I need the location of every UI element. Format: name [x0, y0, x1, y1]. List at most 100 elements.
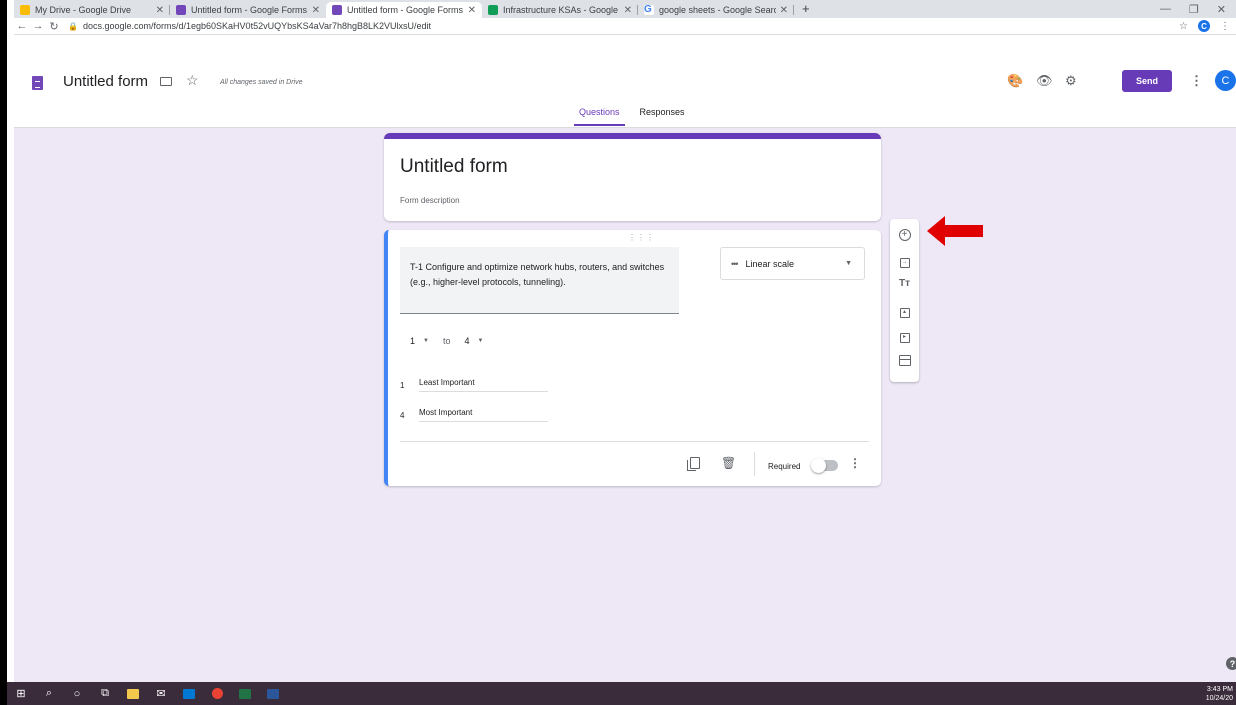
divider	[400, 441, 869, 442]
close-tab-icon[interactable]: ✕	[780, 5, 788, 16]
tab-title: My Drive - Google Drive	[35, 5, 132, 15]
duplicate-icon[interactable]	[687, 457, 700, 471]
lock-icon: 🔒	[68, 21, 78, 31]
scale-max-label-row: 4 Most Important	[400, 408, 548, 422]
folder-icon[interactable]	[160, 77, 172, 86]
chevron-down-icon[interactable]: ▼	[423, 338, 429, 344]
close-tab-icon[interactable]: ✕	[468, 5, 476, 16]
url-field[interactable]: 🔒 docs.google.com/forms/d/1egb60SKaHV0t5…	[68, 19, 1179, 34]
question-card[interactable]: ⋮⋮⋮ T-1 Configure and optimize network h…	[384, 230, 881, 486]
avatar[interactable]: C	[1215, 70, 1236, 91]
scale-max-label-input[interactable]: Most Important	[419, 408, 548, 422]
cortana-icon[interactable]: ○	[63, 682, 91, 705]
back-icon[interactable]: ←	[14, 20, 30, 32]
save-status: All changes saved in Drive	[220, 79, 303, 86]
form-description-input[interactable]: Form description	[400, 196, 460, 205]
delete-icon[interactable]: 🗑	[721, 456, 736, 470]
outlook-icon[interactable]	[175, 682, 203, 705]
new-tab-button[interactable]: +	[794, 2, 818, 18]
browser-tab[interactable]: My Drive - Google Drive ✕	[14, 2, 170, 18]
close-tab-icon[interactable]: ✕	[624, 5, 632, 16]
question-title-field[interactable]: T-1 Configure and optimize network hubs,…	[400, 247, 679, 314]
tab-questions[interactable]: Questions	[574, 107, 625, 126]
excel-icon[interactable]	[231, 682, 259, 705]
browser-menu-icon[interactable]: ⋮	[1220, 21, 1230, 32]
minimize-icon[interactable]: —	[1160, 3, 1171, 15]
browser-tab[interactable]: G google sheets - Google Search ✕	[638, 2, 794, 18]
browser-tab[interactable]: Infrastructure KSAs - Google She ✕	[482, 2, 638, 18]
forward-icon[interactable]: →	[30, 20, 46, 32]
close-tab-icon[interactable]: ✕	[156, 5, 164, 16]
restore-icon[interactable]: ❐	[1189, 3, 1199, 16]
send-button[interactable]: Send	[1122, 70, 1172, 92]
tab-title: Untitled form - Google Forms	[191, 5, 308, 15]
question-type-dropdown[interactable]: ••• Linear scale ▼	[720, 247, 865, 280]
scale-min-label-row: 1 Least Important	[400, 378, 548, 392]
drag-handle-icon[interactable]: ⋮⋮⋮	[628, 233, 655, 242]
forms-icon	[176, 5, 186, 15]
divider	[754, 452, 755, 476]
bookmark-star-icon[interactable]: ☆	[1179, 21, 1188, 32]
forms-logo-icon[interactable]	[32, 76, 43, 90]
add-image-icon[interactable]: ▴	[890, 304, 919, 318]
linear-scale-icon: •••	[731, 258, 739, 269]
question-more-icon[interactable]: ⋮	[849, 456, 861, 470]
import-questions-icon[interactable]: →	[890, 254, 919, 268]
forms-header: Untitled form ☆ All changes saved in Dri…	[14, 36, 1236, 128]
scale-max-select[interactable]: 4	[464, 336, 469, 346]
add-video-icon[interactable]: ▸	[890, 329, 919, 343]
reload-icon[interactable]: ↻	[46, 20, 62, 33]
address-bar: ← → ↻ 🔒 docs.google.com/forms/d/1egb60SK…	[14, 18, 1236, 35]
scale-min-number: 1	[400, 380, 405, 390]
file-explorer-icon[interactable]	[119, 682, 147, 705]
system-clock[interactable]: 3:43 PM 10/24/20	[1206, 685, 1236, 703]
task-view-icon[interactable]: ⧉	[91, 682, 119, 705]
chrome-icon[interactable]	[203, 682, 231, 705]
search-icon[interactable]: ⌕	[35, 682, 63, 705]
window-controls: — ❐ ✕	[1160, 0, 1236, 18]
question-type-label: Linear scale	[745, 258, 794, 269]
windows-start-icon[interactable]: ⊞	[7, 682, 35, 705]
chevron-down-icon[interactable]: ▼	[478, 338, 484, 344]
sheets-icon	[488, 5, 498, 15]
forms-icon	[332, 5, 342, 15]
add-title-icon[interactable]: Tт	[890, 278, 919, 289]
screen: My Drive - Google Drive ✕ Untitled form …	[0, 0, 1236, 705]
scale-to-label: to	[442, 336, 451, 346]
form-title-input[interactable]: Untitled form	[400, 156, 508, 178]
add-question-icon[interactable]: +	[890, 228, 919, 241]
red-arrow-annotation	[927, 216, 983, 246]
palette-icon[interactable]: 🎨	[1007, 73, 1023, 89]
question-title-text: T-1 Configure and optimize network hubs,…	[410, 262, 665, 287]
more-options-icon[interactable]: ⋮	[1190, 73, 1203, 89]
browser-tab[interactable]: Untitled form - Google Forms ✕	[170, 2, 326, 18]
profile-avatar[interactable]: C	[1198, 20, 1210, 32]
scale-max-number: 4	[400, 410, 405, 420]
tab-title: Infrastructure KSAs - Google She	[503, 5, 620, 15]
windows-taskbar: ⊞ ⌕ ○ ⧉ ✉ 3:43 PM 10/24/20	[7, 682, 1236, 705]
clock-time: 3:43 PM	[1206, 685, 1233, 693]
close-tab-icon[interactable]: ✕	[312, 5, 320, 16]
star-icon[interactable]: ☆	[186, 72, 199, 89]
tab-title: google sheets - Google Search	[659, 5, 776, 15]
mail-icon[interactable]: ✉	[147, 682, 175, 705]
required-label: Required	[768, 462, 801, 471]
form-name[interactable]: Untitled form	[63, 73, 148, 90]
add-section-icon[interactable]	[890, 355, 919, 369]
tab-responses[interactable]: Responses	[635, 107, 690, 126]
help-icon[interactable]: ?	[1226, 657, 1236, 670]
word-icon[interactable]	[259, 682, 287, 705]
preview-eye-icon[interactable]: 👁	[1036, 73, 1053, 89]
browser-tab-strip: My Drive - Google Drive ✕ Untitled form …	[14, 0, 1236, 18]
scale-range: 1 ▼ to 4 ▼	[410, 336, 497, 346]
required-toggle[interactable]	[811, 458, 838, 473]
form-editor-area: Untitled form Form description ⋮⋮⋮ T-1 C…	[14, 128, 1236, 682]
floating-toolbar: + → Tт ▴ ▸	[890, 219, 919, 382]
scale-min-select[interactable]: 1	[410, 336, 415, 346]
close-window-icon[interactable]: ✕	[1217, 3, 1226, 16]
tab-title: Untitled form - Google Forms	[347, 5, 464, 15]
scale-min-label-input[interactable]: Least Important	[419, 378, 548, 392]
browser-tab-active[interactable]: Untitled form - Google Forms ✕	[326, 2, 482, 18]
google-icon: G	[644, 5, 654, 15]
settings-gear-icon[interactable]: ⚙	[1065, 73, 1077, 89]
